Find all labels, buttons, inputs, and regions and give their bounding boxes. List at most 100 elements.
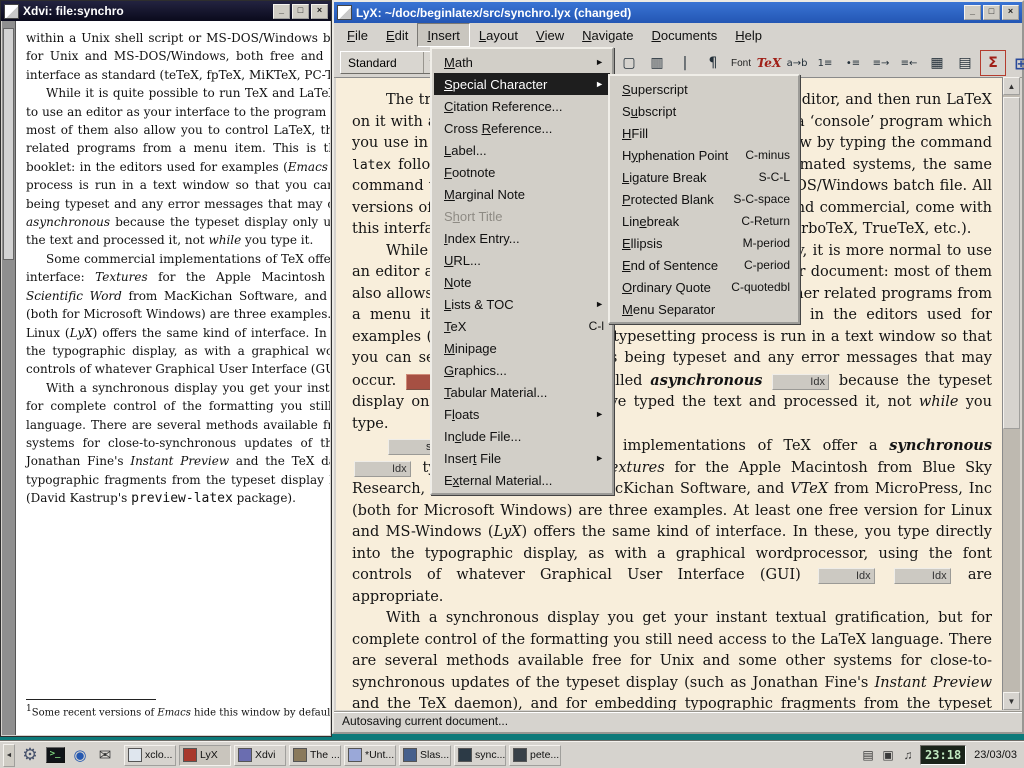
insert-bar-icon[interactable]: | <box>672 50 698 76</box>
close-button[interactable]: × <box>1002 5 1019 20</box>
task-button-pete[interactable]: pete... <box>509 745 561 766</box>
menu-item-index-entry[interactable]: Index Entry... <box>434 227 610 249</box>
menu-edit[interactable]: Edit <box>377 23 417 47</box>
menu-documents[interactable]: Documents <box>642 23 726 47</box>
increase-depth-icon[interactable]: ≡→ <box>868 50 894 76</box>
table-float-icon[interactable]: ▤ <box>952 50 978 76</box>
task-button-the[interactable]: The ... <box>289 745 341 766</box>
menu-navigate[interactable]: Navigate <box>573 23 642 47</box>
taskbar-clock[interactable]: 23:18 <box>920 745 966 765</box>
insert-menu-dropdown: Math►Special Character►Citation Referenc… <box>430 47 614 495</box>
menu-item-insert-file[interactable]: Insert File► <box>434 447 610 469</box>
math-mode-icon[interactable]: Σ <box>980 50 1006 76</box>
numbered-list-icon[interactable]: 1≡ <box>812 50 838 76</box>
menu-insert[interactable]: Insert <box>417 23 470 47</box>
task-button-sync[interactable]: sync... <box>454 745 506 766</box>
menu-item-math[interactable]: Math► <box>434 51 610 73</box>
font-button[interactable]: Font <box>728 50 754 76</box>
menu-item-include-file[interactable]: Include File... <box>434 425 610 447</box>
task-label: sync... <box>475 749 505 761</box>
minimize-button[interactable]: _ <box>273 4 290 19</box>
browser-button-glyph: ◉ <box>73 746 86 764</box>
tray-icons: ▤ ▣ ♫ <box>860 748 916 762</box>
scroll-up-icon[interactable]: ▲ <box>1003 77 1020 95</box>
menu-file[interactable]: File <box>338 23 377 47</box>
submenu-item-hyphenation-point[interactable]: Hyphenation PointC-minus <box>612 144 796 166</box>
submenu-item-linebreak[interactable]: LinebreakC-Return <box>612 210 796 232</box>
k-menu-button[interactable]: ⚙ <box>18 744 42 766</box>
document-vertical-scrollbar[interactable]: ▲ ▼ <box>1002 77 1020 710</box>
task-button-lyx[interactable]: LyX <box>179 745 231 766</box>
submenu-arrow-icon: ► <box>595 409 604 419</box>
terminal-button[interactable]: >_ <box>43 744 67 766</box>
scrollbar-thumb[interactable] <box>1003 97 1020 429</box>
close-button[interactable]: × <box>311 4 328 19</box>
menu-item-short-title[interactable]: Short Title <box>434 205 610 227</box>
tex-button[interactable]: TeX <box>756 50 782 76</box>
menu-layout[interactable]: Layout <box>470 23 527 47</box>
menu-item-floats[interactable]: Floats► <box>434 403 610 425</box>
task-label: Xdvi <box>255 749 275 761</box>
footnote-rule <box>26 699 156 700</box>
menu-item-footnote[interactable]: Footnote <box>434 161 610 183</box>
task-button-unt[interactable]: *Unt... <box>344 745 396 766</box>
menu-item-cross-reference[interactable]: Cross Reference... <box>434 117 610 139</box>
submenu-item-hfill[interactable]: HFill <box>612 122 796 144</box>
menu-help[interactable]: Help <box>726 23 771 47</box>
decrease-depth-icon[interactable]: ≡← <box>896 50 922 76</box>
menu-item-label[interactable]: Label... <box>434 139 610 161</box>
menu-item-graphics[interactable]: Graphics... <box>434 359 610 381</box>
maximize-button[interactable]: □ <box>983 5 1000 20</box>
find-replace-icon[interactable]: a→b <box>784 50 810 76</box>
submenu-item-subscript[interactable]: Subscript <box>612 100 796 122</box>
lyx-titlebar[interactable]: LyX: ~/doc/beginlatex/src/synchro.lyx (c… <box>334 2 1022 23</box>
submenu-item-ellipsis[interactable]: EllipsisM-period <box>612 232 796 254</box>
minimize-button[interactable]: _ <box>964 5 981 20</box>
figure-float-icon[interactable]: ▦ <box>924 50 950 76</box>
inset-idx[interactable]: Idx <box>818 568 875 584</box>
menu-view[interactable]: View <box>527 23 573 47</box>
inset-idx[interactable]: Idx <box>894 568 951 584</box>
insert-table-icon[interactable]: ⊞ <box>1008 50 1024 76</box>
maximize-button[interactable]: □ <box>292 4 309 19</box>
submenu-item-end-of-sentence[interactable]: End of SentenceC-period <box>612 254 796 276</box>
submenu-item-superscript[interactable]: Superscript <box>612 78 796 100</box>
xdvi-vertical-scrollbar[interactable] <box>2 21 16 735</box>
task-button-xclo[interactable]: xclo... <box>124 745 176 766</box>
menu-item-citation-reference[interactable]: Citation Reference... <box>434 95 610 117</box>
submenu-item-menu-separator[interactable]: Menu Separator <box>612 298 796 320</box>
menu-item-url[interactable]: URL... <box>434 249 610 271</box>
submenu-item-ordinary-quote[interactable]: Ordinary QuoteC-quotedbl <box>612 276 796 298</box>
menu-item-tabular-material[interactable]: Tabular Material... <box>434 381 610 403</box>
bullet-list-icon[interactable]: •≡ <box>840 50 866 76</box>
insert-graphics-icon[interactable]: ▢ <box>616 50 642 76</box>
task-button-xdvi[interactable]: Xdvi <box>234 745 286 766</box>
task-button-slas[interactable]: Slas... <box>399 745 451 766</box>
submenu-arrow-icon: ► <box>595 299 604 309</box>
klipper-icon[interactable]: ▤ <box>860 748 876 762</box>
submenu-item-protected-blank[interactable]: Protected BlankS-C-space <box>612 188 796 210</box>
mail-button[interactable]: ✉ <box>93 744 117 766</box>
xdvi-scrollbar-thumb[interactable] <box>3 28 14 260</box>
menu-item-marginal-note[interactable]: Marginal Note <box>434 183 610 205</box>
inset-idx[interactable]: Idx <box>772 374 829 390</box>
inset-idx[interactable]: Idx <box>354 461 411 477</box>
menu-item-special-character[interactable]: Special Character► <box>434 73 610 95</box>
menu-item-note[interactable]: Note <box>434 271 610 293</box>
menu-item-lists-toc[interactable]: Lists & TOC► <box>434 293 610 315</box>
xdvi-window: Xdvi: file:synchro _□× within a Unix she… <box>0 0 332 737</box>
panel-hide-arrow-icon[interactable]: ◄ <box>3 744 15 767</box>
volume-icon[interactable]: ♫ <box>900 748 916 762</box>
browser-button[interactable]: ◉ <box>68 744 92 766</box>
menu-item-minipage[interactable]: Minipage <box>434 337 610 359</box>
menu-item-tex[interactable]: TeXC-l <box>434 315 610 337</box>
paragraph-mark-icon[interactable]: ¶ <box>700 50 726 76</box>
paragraph: With a synchronous display you get your … <box>26 379 330 509</box>
scroll-down-icon[interactable]: ▼ <box>1003 692 1020 710</box>
menu-item-external-material[interactable]: External Material... <box>434 469 610 491</box>
paragraph-style-select[interactable]: Standard ▼ <box>340 51 441 74</box>
xdvi-titlebar[interactable]: Xdvi: file:synchro _□× <box>1 1 331 21</box>
insert-include-icon[interactable]: ▥ <box>644 50 670 76</box>
submenu-item-ligature-break[interactable]: Ligature BreakS-C-L <box>612 166 796 188</box>
monitor-icon[interactable]: ▣ <box>880 748 896 762</box>
